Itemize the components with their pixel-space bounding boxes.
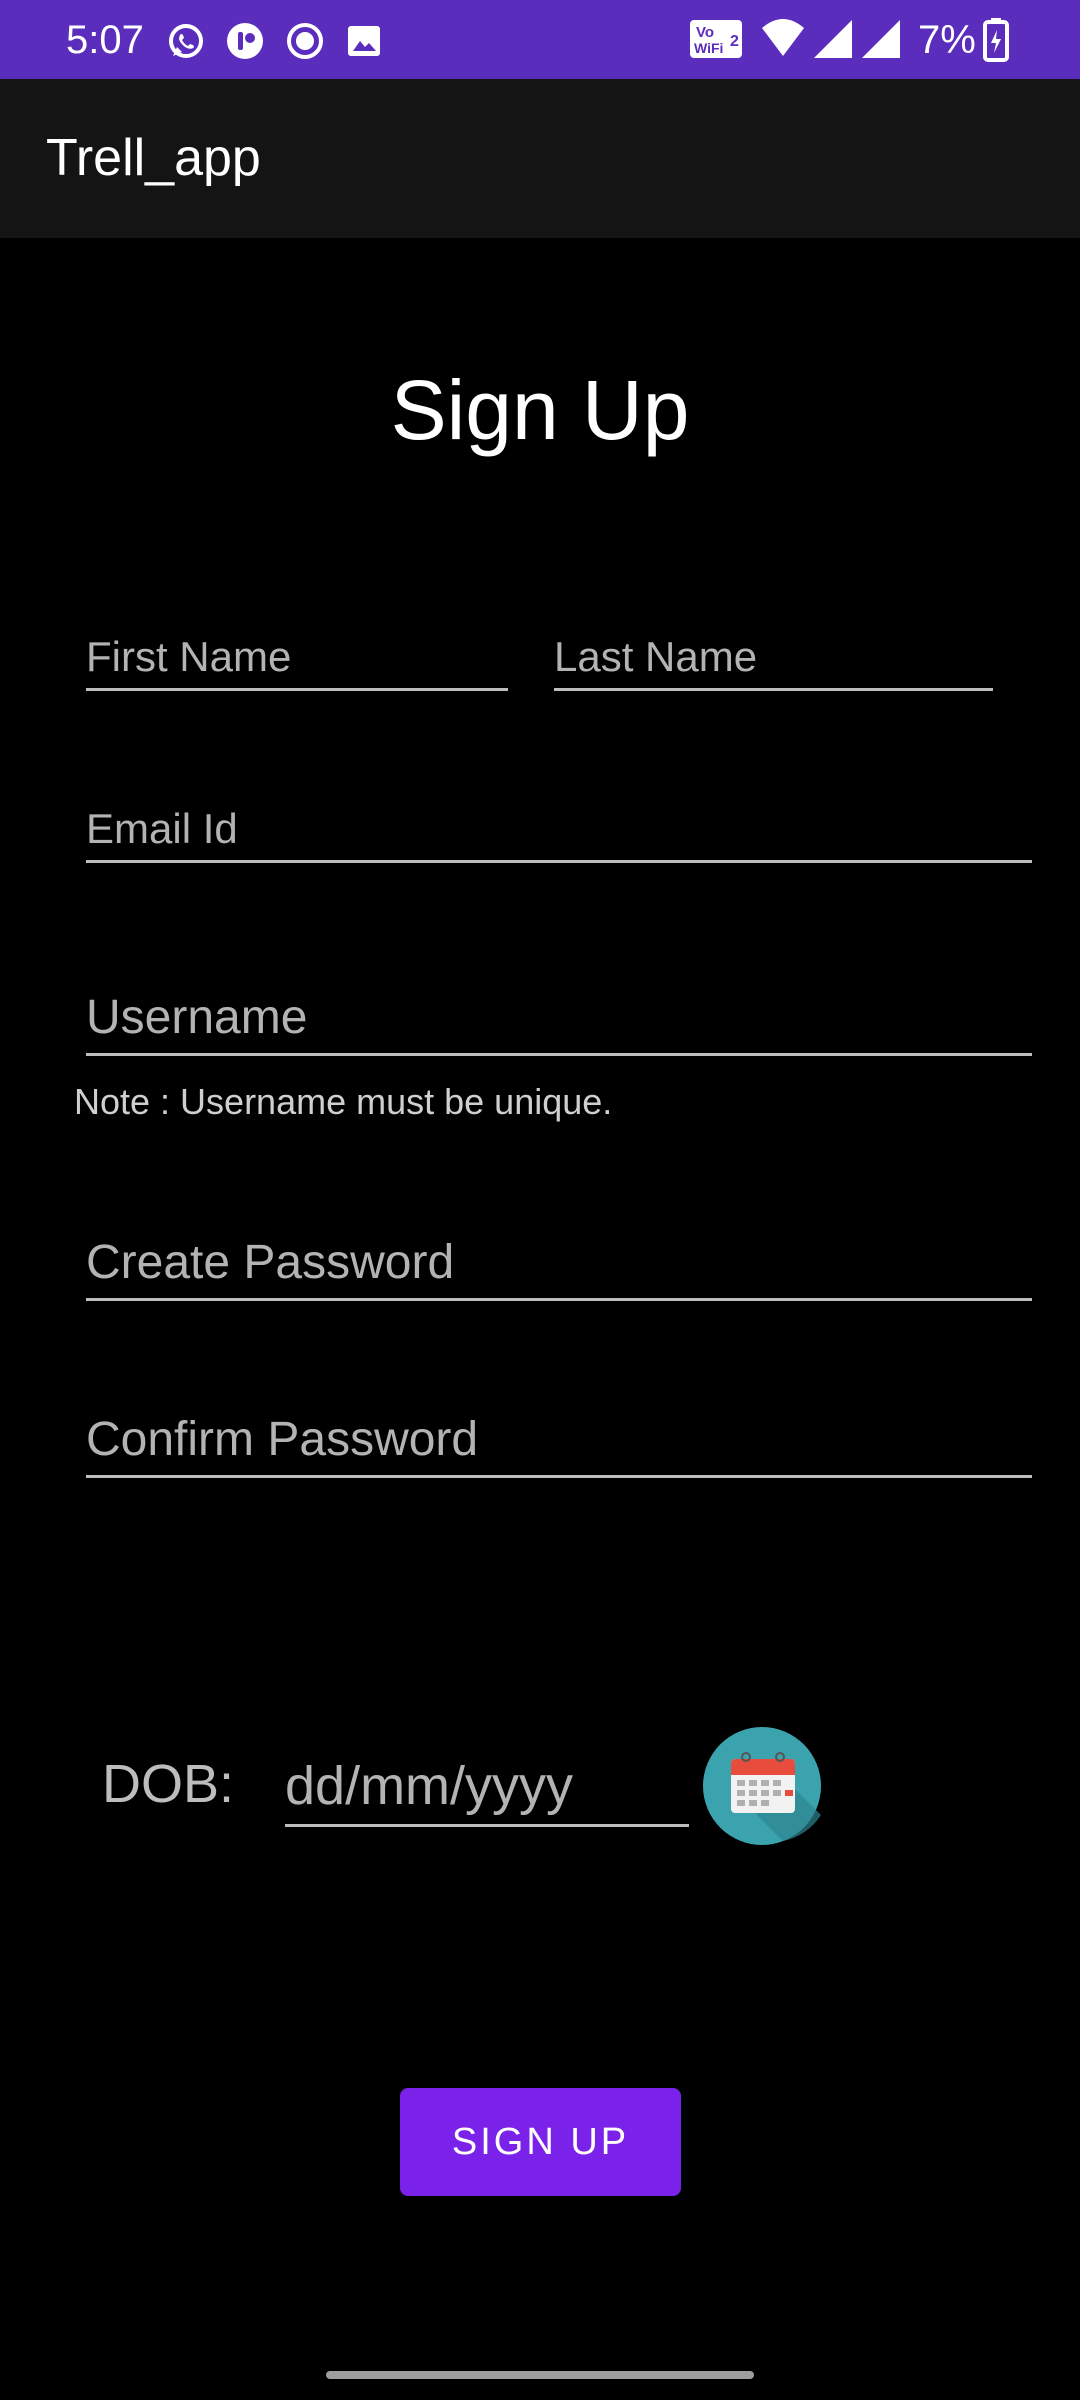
wifi-icon [762,19,804,56]
signal-icon [862,20,900,58]
dob-field[interactable]: dd/mm/yyyy [285,1740,689,1827]
first-name-placeholder: First Name [86,633,292,680]
sign-up-button[interactable]: SIGN UP [400,2088,681,2196]
record-icon [287,23,323,59]
last-name-placeholder: Last Name [554,633,758,680]
confirm-password-placeholder: Confirm Password [86,1413,479,1466]
svg-text:Vo: Vo [696,24,714,41]
confirm-password-field[interactable]: Confirm Password [86,1398,1032,1478]
create-password-field[interactable]: Create Password [86,1222,1032,1301]
email-placeholder: Email Id [86,805,238,852]
vowifi-icon: Vo WiFi 2 [690,20,742,58]
status-bar: 5:07 Vo WiFi 2 7% [0,0,1080,79]
status-time: 5:07 [66,18,144,62]
trell-icon [227,23,263,59]
username-placeholder: Username [86,991,308,1044]
battery-percentage: 7% [918,18,976,62]
svg-text:WiFi: WiFi [694,40,723,56]
gallery-icon [348,26,380,56]
whatsapp-icon [169,24,203,58]
signal-icon [814,20,852,58]
username-field[interactable]: Username [86,970,1032,1056]
username-note: Note : Username must be unique. [74,1081,613,1122]
calendar-icon[interactable] [703,1727,821,1845]
last-name-field[interactable]: Last Name [554,620,993,691]
app-title: Trell_app [46,129,261,187]
battery-icon [983,18,1009,62]
navigation-gesture-bar[interactable] [326,2371,754,2379]
first-name-field[interactable]: First Name [86,620,508,691]
create-password-placeholder: Create Password [86,1236,455,1289]
svg-text:2: 2 [730,33,739,50]
dob-placeholder: dd/mm/yyyy [285,1756,574,1816]
page-title: Sign Up [390,363,690,457]
email-field[interactable]: Email Id [86,790,1032,863]
dob-label: DOB: [102,1754,235,1814]
